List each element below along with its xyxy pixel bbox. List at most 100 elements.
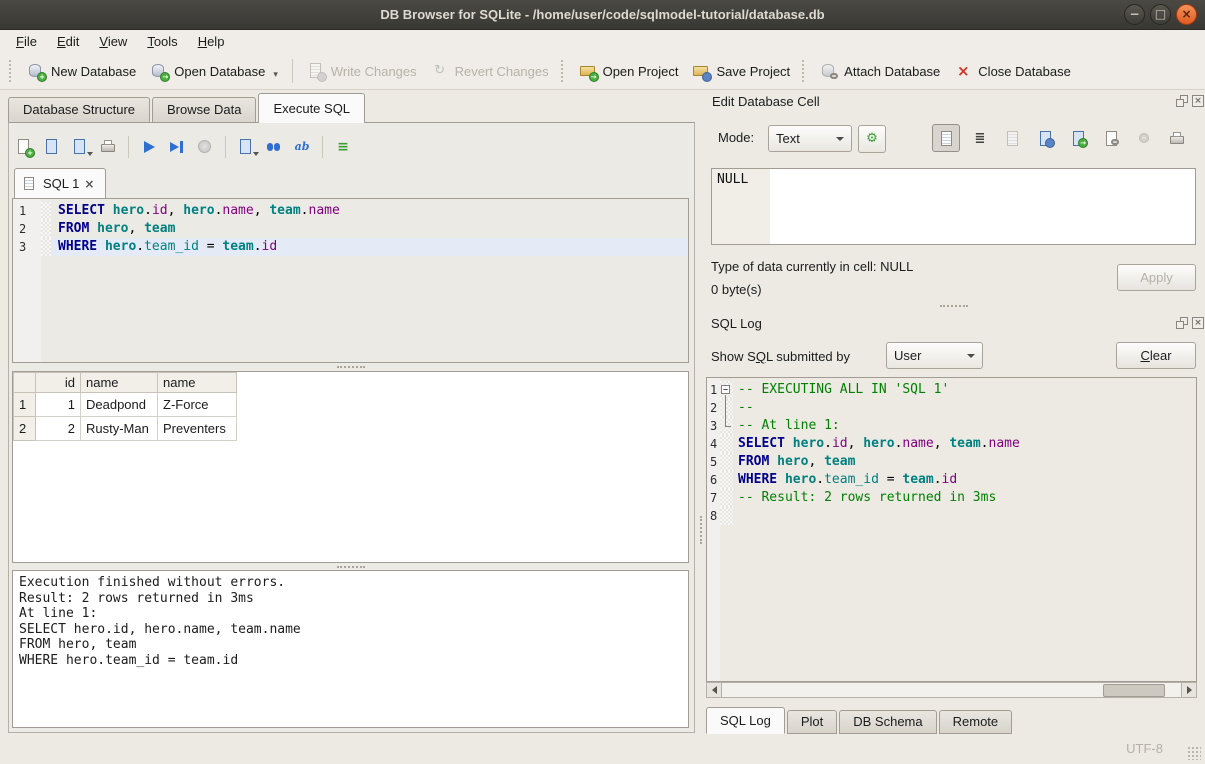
code-line: 3-- At line 1:	[707, 417, 1196, 435]
save-cell-icon[interactable]	[1004, 130, 1020, 146]
cell[interactable]: Deadpond	[81, 393, 158, 417]
tab-sql-log[interactable]: SQL Log	[706, 707, 785, 734]
row-header[interactable]: 2	[14, 417, 36, 441]
save-project-button[interactable]: Save Project	[685, 58, 797, 84]
save-project-icon	[692, 62, 710, 80]
auto-switch-mode-button[interactable]: ⚙	[858, 125, 886, 153]
tab-execute-sql[interactable]: Execute SQL	[258, 93, 365, 123]
set-null-icon[interactable]: −	[1136, 130, 1152, 146]
results-header-row: id name name	[14, 373, 237, 393]
revert-changes-icon: ↻	[431, 62, 449, 80]
open-database-icon: →	[150, 62, 168, 80]
edit-cell-float-icon[interactable]	[1176, 95, 1188, 107]
cell[interactable]: Rusty-Man	[81, 417, 158, 441]
open-project-button[interactable]: → Open Project	[572, 58, 686, 84]
code-line: 8	[707, 507, 1196, 525]
table-row: 2 2 Rusty-Man Preventers	[14, 417, 237, 441]
row-header[interactable]: 1	[14, 393, 36, 417]
revert-changes-button[interactable]: ↻ Revert Changes	[424, 58, 556, 84]
results-grid: id name name 1 1 Deadpond Z-Force 2 2 Ru…	[12, 371, 689, 563]
menu-edit[interactable]: Edit	[47, 31, 89, 52]
column-header-id[interactable]: id	[36, 373, 81, 393]
attach-database-button[interactable]: Attach Database	[813, 58, 947, 84]
export-results-icon[interactable]	[237, 138, 255, 156]
open-sql-file-icon[interactable]	[43, 138, 61, 156]
log-filter-select[interactable]: User	[886, 342, 983, 369]
new-sql-tab-icon[interactable]: +	[15, 138, 33, 156]
mode-label: Mode:	[718, 130, 754, 145]
import-link-icon[interactable]	[1103, 130, 1119, 146]
tab-db-schema[interactable]: DB Schema	[839, 710, 936, 734]
print-sql-icon[interactable]	[99, 138, 117, 156]
toolbar-drag-handle[interactable]	[9, 60, 15, 82]
cell-editor[interactable]: NULL	[711, 168, 1196, 245]
minimize-icon[interactable]: −	[1124, 4, 1145, 25]
open-database-dropdown-icon[interactable]: ▾	[273, 69, 278, 80]
save-sql-file-icon[interactable]	[71, 138, 89, 156]
sql-log-close-icon[interactable]: ×	[1192, 317, 1204, 329]
menu-help[interactable]: Help	[188, 31, 235, 52]
column-header-name2[interactable]: name	[158, 373, 237, 393]
log-horizontal-scrollbar[interactable]	[706, 682, 1197, 698]
toolbar-drag-handle[interactable]	[802, 60, 808, 82]
tab-remote[interactable]: Remote	[939, 710, 1013, 734]
find-icon[interactable]	[265, 138, 283, 156]
toolbar-drag-handle[interactable]	[561, 60, 567, 82]
column-header-name[interactable]: name	[81, 373, 158, 393]
cell[interactable]: 2	[36, 417, 81, 441]
word-wrap-icon[interactable]: ≣	[972, 130, 988, 146]
apply-button[interactable]: Apply	[1117, 264, 1196, 291]
cell[interactable]: Z-Force	[158, 393, 237, 417]
text-mode-button[interactable]	[932, 124, 960, 152]
menubar: File Edit View Tools Help	[0, 30, 1205, 53]
new-database-button[interactable]: + New Database	[20, 58, 143, 84]
code-line: 2FROM hero, team	[13, 220, 688, 238]
titlebar[interactable]: DB Browser for SQLite - /home/user/code/…	[0, 0, 1205, 30]
tab-database-structure[interactable]: Database Structure	[8, 97, 150, 123]
format-sql-icon[interactable]: ≡	[334, 138, 352, 156]
tab-browse-data[interactable]: Browse Data	[152, 97, 256, 123]
main-toolbar: + New Database → Open Database ▾ Write C…	[0, 53, 1205, 90]
clear-log-button[interactable]: Clear	[1116, 342, 1196, 369]
find-replace-icon[interactable]: ab	[293, 138, 311, 156]
execute-all-icon[interactable]	[140, 138, 158, 156]
code-line: 6WHERE hero.team_id = team.id	[707, 471, 1196, 489]
code-line: 1−-- EXECUTING ALL IN 'SQL 1'	[707, 381, 1196, 399]
write-changes-button[interactable]: Write Changes	[300, 58, 424, 84]
document-icon	[938, 130, 954, 146]
close-database-button[interactable]: × Close Database	[947, 58, 1078, 84]
window-title: DB Browser for SQLite - /home/user/code/…	[380, 7, 824, 22]
cell[interactable]: 1	[36, 393, 81, 417]
print-cell-icon[interactable]	[1168, 130, 1184, 146]
sql-log-view[interactable]: 1−-- EXECUTING ALL IN 'SQL 1'2--3-- At l…	[706, 377, 1197, 682]
scroll-right-icon[interactable]	[1181, 683, 1196, 697]
stop-execution-icon[interactable]	[196, 138, 214, 156]
scroll-left-icon[interactable]	[707, 683, 722, 697]
cell-type-info: Type of data currently in cell: NULL	[711, 259, 913, 274]
menu-tools[interactable]: Tools	[137, 31, 187, 52]
save-as-icon[interactable]	[1037, 130, 1053, 146]
cell[interactable]: Preventers	[158, 417, 237, 441]
scrollbar-thumb[interactable]	[1103, 684, 1165, 697]
resize-grip[interactable]	[1187, 746, 1201, 760]
sql-log-float-icon[interactable]	[1176, 317, 1188, 329]
tab-plot[interactable]: Plot	[787, 710, 837, 734]
edit-cell-close-icon[interactable]: ×	[1192, 95, 1204, 107]
dock-splitter[interactable]	[711, 302, 1196, 309]
sql-document-tab[interactable]: SQL 1 ×	[14, 168, 106, 198]
corner-header[interactable]	[14, 373, 36, 393]
chevron-down-icon	[967, 354, 975, 358]
export-cell-icon[interactable]: →	[1070, 130, 1086, 146]
open-database-button[interactable]: → Open Database ▾	[143, 58, 285, 84]
main-vertical-splitter[interactable]	[697, 380, 704, 680]
editor-results-splitter[interactable]	[12, 363, 689, 370]
sql-tab-close-icon[interactable]: ×	[84, 178, 94, 190]
close-icon[interactable]: ×	[1176, 4, 1197, 25]
results-message-splitter[interactable]	[12, 563, 689, 570]
maximize-icon[interactable]: □	[1150, 4, 1171, 25]
menu-view[interactable]: View	[89, 31, 137, 52]
sql-editor[interactable]: 1SELECT hero.id, hero.name, team.name2FR…	[12, 198, 689, 363]
mode-select[interactable]: Text	[768, 125, 852, 152]
menu-file[interactable]: File	[6, 31, 47, 52]
execute-current-line-icon[interactable]	[168, 138, 186, 156]
